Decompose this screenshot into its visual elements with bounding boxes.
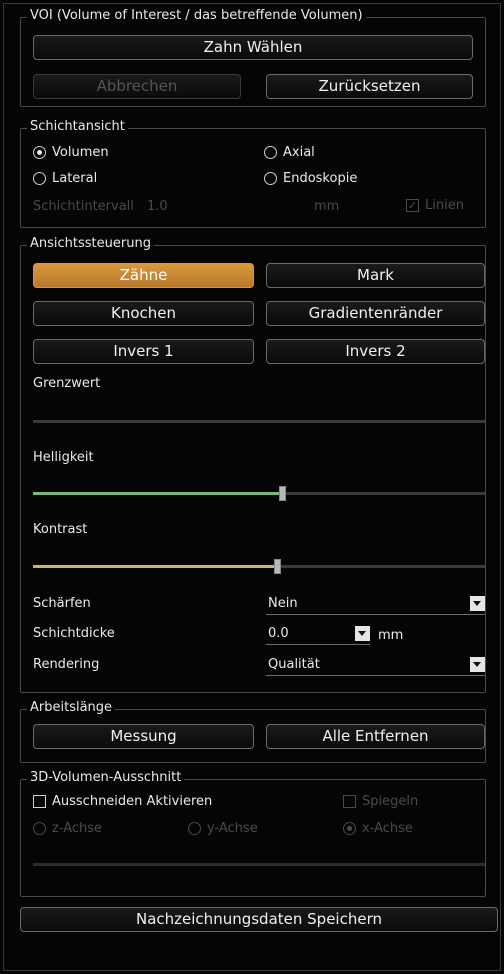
- radio-y-axis-label: y-Achse: [207, 821, 258, 836]
- mirror-label: Spiegeln: [362, 794, 419, 809]
- measure-button[interactable]: Messung: [33, 724, 254, 749]
- threshold-label: Grenzwert: [33, 376, 101, 391]
- radio-lateral-label: Lateral: [52, 171, 98, 186]
- remove-all-button[interactable]: Alle Entfernen: [266, 724, 485, 749]
- view-control-group: Ansichtssteuerung Zähne Mark Knochen Gra…: [20, 236, 486, 693]
- slice-interval-unit: mm: [314, 199, 340, 214]
- preset-marrow-button[interactable]: Mark: [266, 263, 485, 288]
- rendering-value: Qualität: [268, 657, 320, 672]
- invert2-button[interactable]: Invers 2: [266, 339, 485, 364]
- rendering-dropdown-arrow-icon[interactable]: [470, 657, 485, 672]
- threshold-slider[interactable]: [33, 420, 485, 423]
- view-control-title: Ansichtssteuerung: [27, 236, 154, 251]
- radio-y-axis[interactable]: y-Achse: [188, 821, 258, 836]
- thickness-dropdown[interactable]: 0.0: [266, 626, 370, 645]
- slice-view-group: Schichtansicht Volumen Axial Lateral End…: [20, 119, 486, 228]
- brightness-slider[interactable]: [33, 486, 485, 501]
- preset-bone-button[interactable]: Knochen: [33, 301, 254, 326]
- enable-crop-checkbox-box: [33, 795, 46, 808]
- radio-volume-label: Volumen: [52, 145, 109, 160]
- sharpen-dropdown-arrow-icon[interactable]: [470, 596, 485, 611]
- contrast-slider-fill: [33, 565, 277, 568]
- sharpen-dropdown[interactable]: Nein: [266, 596, 485, 615]
- brightness-slider-thumb[interactable]: [279, 486, 286, 501]
- radio-endoscopy-indicator: [264, 172, 277, 185]
- crop-slider[interactable]: [33, 863, 485, 866]
- volume-crop-group: 3D-Volumen-Ausschnitt Ausschneiden Aktiv…: [20, 770, 486, 897]
- slice-interval-label: Schichtintervall: [33, 199, 134, 214]
- lines-checkbox[interactable]: ✓ Linien: [406, 198, 464, 213]
- save-trace-data-button[interactable]: Nachzeichnungsdaten Speichern: [20, 907, 498, 932]
- radio-endoscopy[interactable]: Endoskopie: [264, 171, 357, 186]
- radio-lateral[interactable]: Lateral: [33, 171, 97, 186]
- mirror-checkbox[interactable]: Spiegeln: [343, 794, 418, 809]
- enable-crop-checkbox[interactable]: Ausschneiden Aktivieren: [33, 794, 212, 809]
- thickness-label: Schichtdicke: [33, 626, 115, 641]
- mirror-checkbox-box: [343, 795, 356, 808]
- brightness-slider-fill: [33, 492, 282, 495]
- radio-volume[interactable]: Volumen: [33, 145, 109, 160]
- enable-crop-label: Ausschneiden Aktivieren: [52, 794, 213, 809]
- radio-axial-label: Axial: [283, 145, 315, 160]
- lines-checkbox-label: Linien: [425, 198, 464, 213]
- radio-x-axis-label: x-Achse: [362, 821, 413, 836]
- contrast-slider-thumb[interactable]: [274, 559, 281, 574]
- voi-group-title: VOI (Volume of Interest / das betreffend…: [27, 8, 366, 23]
- radio-axial[interactable]: Axial: [264, 145, 315, 160]
- slice-view-title: Schichtansicht: [27, 119, 128, 134]
- sharpen-label: Schärfen: [33, 596, 91, 611]
- contrast-slider[interactable]: [33, 559, 485, 574]
- working-length-group: Arbeitslänge Messung Alle Entfernen: [20, 700, 486, 763]
- thickness-dropdown-arrow-icon[interactable]: [355, 626, 370, 641]
- rendering-label: Rendering: [33, 657, 100, 672]
- radio-endoscopy-label: Endoskopie: [283, 171, 358, 186]
- rendering-dropdown[interactable]: Qualität: [266, 657, 485, 676]
- brightness-label: Helligkeit: [33, 450, 94, 465]
- radio-x-axis[interactable]: x-Achse: [343, 821, 413, 836]
- invert1-button[interactable]: Invers 1: [33, 339, 254, 364]
- preset-teeth-button[interactable]: Zähne: [33, 263, 254, 288]
- cancel-button[interactable]: Abbrechen: [33, 74, 241, 99]
- reset-button[interactable]: Zurücksetzen: [266, 74, 473, 99]
- radio-x-axis-indicator: [343, 822, 356, 835]
- working-length-title: Arbeitslänge: [27, 700, 116, 715]
- thickness-unit: mm: [378, 628, 404, 643]
- radio-z-axis-indicator: [33, 822, 46, 835]
- preset-gradient-button[interactable]: Gradientenränder: [266, 301, 485, 326]
- lines-checkbox-box: ✓: [406, 199, 419, 212]
- sharpen-value: Nein: [268, 596, 298, 611]
- radio-z-axis-label: z-Achse: [52, 821, 103, 836]
- contrast-label: Kontrast: [33, 522, 88, 537]
- radio-y-axis-indicator: [188, 822, 201, 835]
- slice-interval-value[interactable]: 1.0: [147, 199, 168, 214]
- radio-axial-indicator: [264, 146, 277, 159]
- select-tooth-button[interactable]: Zahn Wählen: [33, 35, 473, 60]
- thickness-value: 0.0: [268, 626, 289, 641]
- radio-lateral-indicator: [33, 172, 46, 185]
- volume-crop-title: 3D-Volumen-Ausschnitt: [27, 770, 185, 785]
- radio-z-axis[interactable]: z-Achse: [33, 821, 102, 836]
- voi-group: VOI (Volume of Interest / das betreffend…: [20, 8, 486, 107]
- radio-volume-indicator: [33, 146, 46, 159]
